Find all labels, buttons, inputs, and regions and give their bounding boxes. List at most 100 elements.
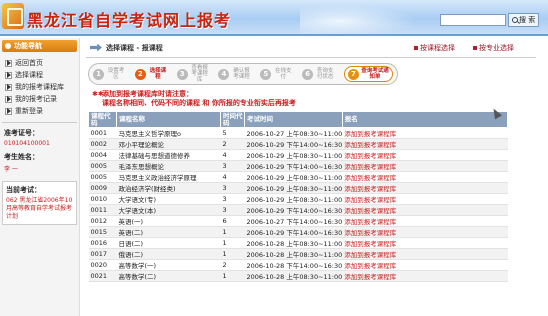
step-label: 查询考试通知单: [361, 68, 389, 80]
table-row: 0004 法律基础与思想道德修养 4 2006-10-29 上午08:30~11:00…: [88, 149, 508, 161]
course-code-cell: 0005: [88, 171, 117, 183]
exam-time-cell: 2006-10-29 上午08:30~11:00: [244, 182, 343, 194]
step-number: 3: [176, 68, 188, 80]
header-decoration: [300, 2, 430, 34]
step-exam-notice[interactable]: 7 查询考试通知单: [343, 66, 393, 82]
add-to-library-link[interactable]: 添加到报考课程库: [342, 160, 508, 172]
col-header-exam-time: 考试时间: [244, 111, 343, 128]
student-name-value: 李 一: [4, 166, 18, 173]
step-view-library: 3 查看报考课程库: [176, 65, 217, 83]
add-to-library-link[interactable]: 添加到报考课程库: [342, 182, 508, 194]
add-to-library-link[interactable]: 添加到报考课程库: [342, 204, 508, 216]
exam-time-cell: 2006-10-29 上午08:30~11:00: [244, 149, 343, 161]
step-number: 1: [93, 68, 104, 80]
nav-item-label: 我的报考记录: [15, 95, 57, 103]
course-name-cell: 俄语(二): [116, 248, 221, 260]
nav-item-label: 重新登录: [15, 107, 43, 115]
time-code-cell: 1: [220, 248, 245, 260]
time-code-cell: 5: [220, 127, 245, 139]
exam-time-cell: 2006-10-29 下午14:00~16:30: [244, 160, 343, 172]
current-exam-title: 当前考试：: [6, 186, 41, 194]
step-select-course: 2 选择课程: [134, 68, 175, 80]
nav-item-course-library[interactable]: 我的报考课程库: [0, 81, 79, 93]
table-header-row: 课程代码 课程名称 时间代码 考试时间 报名: [88, 111, 509, 128]
table-row: 0017 俄语(二) 1 2006-10-28 上午08:30~11:00 添加到报考课…: [88, 248, 508, 260]
nav-item-records[interactable]: 我的报考记录: [0, 93, 79, 105]
current-exam-text: 062 黑龙江省2006年10月高等教育自学考试报考计划: [6, 197, 73, 220]
add-to-library-link[interactable]: 添加到报考课程库: [342, 171, 508, 183]
step-label: 在线支付: [275, 68, 292, 80]
site-title: 黑龙江省自学考试网上报考: [27, 11, 232, 30]
select-by-major-link[interactable]: 按专业选择: [473, 43, 514, 53]
exam-id-value: 010104100001: [4, 140, 50, 147]
nav-item-home[interactable]: 返回首页: [0, 57, 79, 69]
step-label: 查看报考课程库: [191, 65, 208, 83]
table-row: 0015 英语(二) 1 2006-10-29 下午14:00~16:30 添加到报考课…: [88, 226, 508, 238]
site-logo-icon: [2, 3, 24, 29]
progress-steps: 1 设置考区 2 选择课程 3 查看报考课程库 4 确认报考课程 5 在线支付 …: [88, 63, 398, 85]
course-name-cell: 马克思主义政治经济学原理: [116, 171, 221, 183]
exam-time-cell: 2006-10-29 下午14:00~16:30: [244, 204, 343, 216]
select-by-course-label: 按课程选择: [420, 43, 455, 52]
step-label: 设置考区: [107, 68, 125, 80]
table-row: 0011 大学语文(本) 3 2006-10-29 下午14:00~16:30 添加到报…: [88, 204, 508, 216]
time-code-cell: 2: [220, 259, 245, 271]
col-header-register: 报名: [341, 111, 509, 128]
exam-time-cell: 2006-10-28 上午08:30~11:00: [244, 237, 343, 249]
exam-time-cell: 2006-10-29 上午08:30~11:00: [244, 193, 343, 205]
time-code-cell: 4: [220, 149, 245, 161]
registration-warning: ✱✱添加到报考课程库时请注意： 课程名称相同、代码不同的课程 和 你所报的专业衔…: [86, 90, 536, 108]
add-to-library-link[interactable]: 添加到报考课程库: [342, 193, 508, 205]
exam-time-cell: 2006-10-28 上午08:30~11:00: [244, 270, 343, 282]
course-name-cell: 英语(一): [116, 215, 221, 227]
course-code-cell: 0004: [88, 149, 117, 161]
time-code-cell: 3: [220, 204, 245, 216]
add-to-library-link[interactable]: 添加到报考课程库: [342, 270, 508, 282]
exam-id-label: 准考证号：: [4, 129, 39, 137]
add-to-library-link[interactable]: 添加到报考课程库: [342, 226, 508, 238]
main-content: 选择课程 - 报课程 按课程选择 按专业选择 1 设置考区 2 选择课程 3 查…: [86, 38, 536, 316]
sidebar-heading: 功能导航: [2, 40, 77, 52]
square-bullet-icon: [473, 45, 477, 50]
add-to-library-link[interactable]: 添加到报考课程库: [342, 259, 508, 271]
sidebar: 功能导航 返回首页 选择课程 我的报考课程库 我的报考记录 重新登录 准考证号：…: [0, 38, 80, 316]
course-code-cell: 0010: [88, 193, 117, 205]
nav-dot-icon: [5, 43, 11, 49]
step-label: 查询支付状态: [316, 68, 334, 80]
add-to-library-link[interactable]: 添加到报考课程库: [342, 127, 508, 139]
course-name-cell: 法律基础与思想道德修养: [116, 149, 221, 161]
nav-item-relogin[interactable]: 重新登录: [0, 105, 79, 117]
nav-list: 返回首页 选择课程 我的报考课程库 我的报考记录 重新登录: [0, 57, 79, 117]
col-header-name: 课程名称: [116, 111, 221, 128]
breadcrumb-bar: 选择课程 - 报课程 按课程选择 按专业选择: [86, 38, 536, 58]
step-payment-status: 6 查询支付状态: [302, 68, 342, 80]
exam-time-cell: 2006-10-28 下午14:00~16:30: [244, 259, 343, 271]
search-button[interactable]: 搜 索: [508, 13, 540, 27]
step-label: 确认报考课程: [233, 68, 250, 80]
time-code-cell: 3: [220, 182, 245, 194]
nav-item-select-course[interactable]: 选择课程: [0, 69, 79, 81]
nav-item-label: 我的报考课程库: [15, 83, 64, 91]
search-input[interactable]: [440, 14, 506, 26]
add-to-library-link[interactable]: 添加到报考课程库: [342, 138, 508, 150]
add-to-library-link[interactable]: 添加到报考课程库: [342, 215, 508, 227]
warning-star-icon: ✱✱: [92, 90, 104, 98]
exam-time-cell: 2006-10-28 上午08:30~11:00: [244, 248, 343, 260]
time-code-cell: 6: [220, 215, 245, 227]
add-to-library-link[interactable]: 添加到报考课程库: [342, 248, 508, 260]
course-code-cell: 0012: [88, 215, 117, 227]
table-row: 0002 邓小平理论概论 2 2006-10-29 下午14:00~16:30 添加到报…: [88, 138, 508, 150]
breadcrumb-label: 选择课程 - 报课程: [106, 43, 163, 52]
search-icon: [512, 17, 518, 23]
time-code-cell: 3: [220, 160, 245, 172]
add-to-library-link[interactable]: 添加到报考课程库: [342, 149, 508, 161]
select-by-course-link[interactable]: 按课程选择: [414, 43, 455, 53]
nav-arrow-icon: [5, 107, 12, 115]
step-online-payment: 5 在线支付: [260, 68, 300, 80]
time-code-cell: 3: [220, 193, 245, 205]
nav-arrow-icon: [5, 83, 12, 91]
course-code-cell: 0017: [88, 248, 117, 260]
add-to-library-link[interactable]: 添加到报考课程库: [342, 237, 508, 249]
square-bullet-icon: [414, 45, 418, 50]
step-number: 7: [347, 68, 359, 80]
